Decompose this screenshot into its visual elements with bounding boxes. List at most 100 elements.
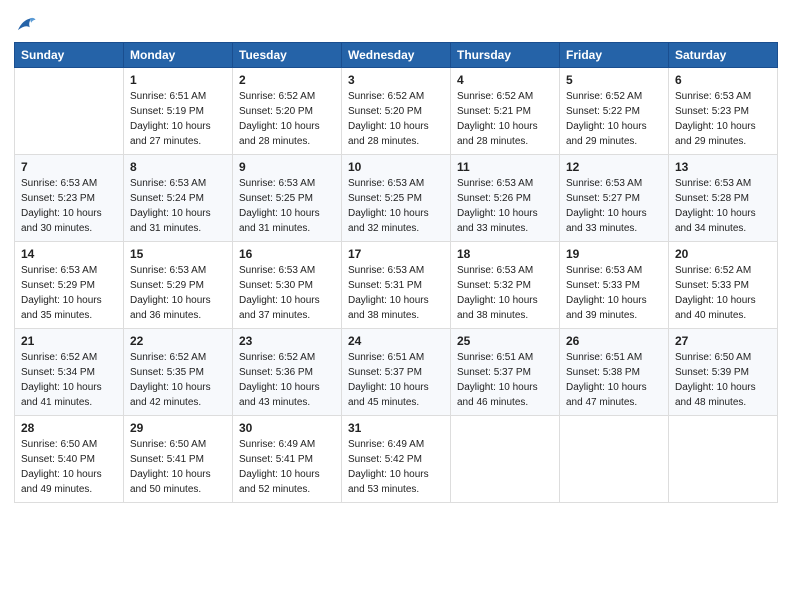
day-detail: Sunrise: 6:53 AM Sunset: 5:30 PM Dayligh… [239, 263, 335, 323]
week-row-1: 1 Sunrise: 6:51 AM Sunset: 5:19 PM Daylig… [15, 68, 778, 155]
day-number: 7 [21, 160, 117, 174]
day-number: 16 [239, 247, 335, 261]
calendar-cell: 1 Sunrise: 6:51 AM Sunset: 5:19 PM Daylig… [124, 68, 233, 155]
calendar-cell: 3Sunrise: 6:52 AM Sunset: 5:20 PM Daylig… [342, 68, 451, 155]
header-day-tuesday: Tuesday [233, 43, 342, 68]
logo-bird-icon [15, 14, 37, 36]
calendar-table: SundayMondayTuesdayWednesdayThursdayFrid… [14, 42, 778, 503]
day-detail: Sunrise: 6:52 AM Sunset: 5:36 PM Dayligh… [239, 350, 335, 410]
day-number: 6 [675, 73, 771, 87]
calendar-cell [560, 416, 669, 503]
calendar-cell: 19 Sunrise: 6:53 AM Sunset: 5:33 PM Dayli… [560, 242, 669, 329]
calendar-cell: 8 Sunrise: 6:53 AM Sunset: 5:24 PM Daylig… [124, 155, 233, 242]
calendar-cell: 2Sunrise: 6:52 AM Sunset: 5:20 PM Daylig… [233, 68, 342, 155]
day-detail: Sunrise: 6:52 AM Sunset: 5:22 PM Dayligh… [566, 89, 662, 149]
calendar-cell: 23 Sunrise: 6:52 AM Sunset: 5:36 PM Dayli… [233, 329, 342, 416]
week-row-2: 7Sunrise: 6:53 AM Sunset: 5:23 PM Daylig… [15, 155, 778, 242]
day-detail: Sunrise: 6:53 AM Sunset: 5:33 PM Dayligh… [566, 263, 662, 323]
day-detail: Sunrise: 6:52 AM Sunset: 5:20 PM Dayligh… [348, 89, 444, 149]
day-detail: Sunrise: 6:52 AM Sunset: 5:20 PM Dayligh… [239, 89, 335, 149]
day-detail: Sunrise: 6:53 AM Sunset: 5:24 PM Dayligh… [130, 176, 226, 236]
day-number: 4 [457, 73, 553, 87]
day-detail: Sunrise: 6:50 AM Sunset: 5:39 PM Dayligh… [675, 350, 771, 410]
header-day-wednesday: Wednesday [342, 43, 451, 68]
day-number: 18 [457, 247, 553, 261]
calendar-cell: 15 Sunrise: 6:53 AM Sunset: 5:29 PM Dayli… [124, 242, 233, 329]
day-detail: Sunrise: 6:52 AM Sunset: 5:21 PM Dayligh… [457, 89, 553, 149]
day-number: 21 [21, 334, 117, 348]
page-container: SundayMondayTuesdayWednesdayThursdayFrid… [0, 0, 792, 513]
day-number: 31 [348, 421, 444, 435]
calendar-cell [669, 416, 778, 503]
day-detail: Sunrise: 6:53 AM Sunset: 5:25 PM Dayligh… [239, 176, 335, 236]
calendar-cell: 16 Sunrise: 6:53 AM Sunset: 5:30 PM Dayli… [233, 242, 342, 329]
calendar-cell: 31 Sunrise: 6:49 AM Sunset: 5:42 PM Dayli… [342, 416, 451, 503]
calendar-cell: 12 Sunrise: 6:53 AM Sunset: 5:27 PM Dayli… [560, 155, 669, 242]
calendar-cell: 28 Sunrise: 6:50 AM Sunset: 5:40 PM Dayli… [15, 416, 124, 503]
week-row-3: 14Sunrise: 6:53 AM Sunset: 5:29 PM Dayli… [15, 242, 778, 329]
calendar-cell: 27 Sunrise: 6:50 AM Sunset: 5:39 PM Dayli… [669, 329, 778, 416]
day-number: 22 [130, 334, 226, 348]
calendar-cell: 22 Sunrise: 6:52 AM Sunset: 5:35 PM Dayli… [124, 329, 233, 416]
day-detail: Sunrise: 6:52 AM Sunset: 5:35 PM Dayligh… [130, 350, 226, 410]
header-day-friday: Friday [560, 43, 669, 68]
day-detail: Sunrise: 6:50 AM Sunset: 5:40 PM Dayligh… [21, 437, 117, 497]
calendar-cell: 11 Sunrise: 6:53 AM Sunset: 5:26 PM Dayli… [451, 155, 560, 242]
day-number: 12 [566, 160, 662, 174]
calendar-cell [15, 68, 124, 155]
day-detail: Sunrise: 6:50 AM Sunset: 5:41 PM Dayligh… [130, 437, 226, 497]
header-day-monday: Monday [124, 43, 233, 68]
day-number: 11 [457, 160, 553, 174]
day-number: 9 [239, 160, 335, 174]
day-number: 28 [21, 421, 117, 435]
day-number: 8 [130, 160, 226, 174]
day-number: 19 [566, 247, 662, 261]
calendar-cell: 5Sunrise: 6:52 AM Sunset: 5:22 PM Daylig… [560, 68, 669, 155]
header-day-saturday: Saturday [669, 43, 778, 68]
calendar-header-row: SundayMondayTuesdayWednesdayThursdayFrid… [15, 43, 778, 68]
calendar-cell: 18 Sunrise: 6:53 AM Sunset: 5:32 PM Dayli… [451, 242, 560, 329]
day-number: 29 [130, 421, 226, 435]
header [14, 10, 778, 36]
week-row-4: 21Sunrise: 6:52 AM Sunset: 5:34 PM Dayli… [15, 329, 778, 416]
day-number: 13 [675, 160, 771, 174]
day-detail: Sunrise: 6:51 AM Sunset: 5:38 PM Dayligh… [566, 350, 662, 410]
day-detail: Sunrise: 6:53 AM Sunset: 5:32 PM Dayligh… [457, 263, 553, 323]
day-detail: Sunrise: 6:53 AM Sunset: 5:26 PM Dayligh… [457, 176, 553, 236]
day-number: 26 [566, 334, 662, 348]
header-day-thursday: Thursday [451, 43, 560, 68]
calendar-cell: 24Sunrise: 6:51 AM Sunset: 5:37 PM Dayli… [342, 329, 451, 416]
calendar-cell: 25Sunrise: 6:51 AM Sunset: 5:37 PM Dayli… [451, 329, 560, 416]
day-detail: Sunrise: 6:53 AM Sunset: 5:27 PM Dayligh… [566, 176, 662, 236]
day-detail: Sunrise: 6:53 AM Sunset: 5:28 PM Dayligh… [675, 176, 771, 236]
day-number: 10 [348, 160, 444, 174]
header-day-sunday: Sunday [15, 43, 124, 68]
day-number: 27 [675, 334, 771, 348]
day-number: 15 [130, 247, 226, 261]
calendar-cell: 4 Sunrise: 6:52 AM Sunset: 5:21 PM Daylig… [451, 68, 560, 155]
calendar-cell: 14Sunrise: 6:53 AM Sunset: 5:29 PM Dayli… [15, 242, 124, 329]
day-number: 23 [239, 334, 335, 348]
calendar-cell: 30Sunrise: 6:49 AM Sunset: 5:41 PM Dayli… [233, 416, 342, 503]
day-number: 17 [348, 247, 444, 261]
calendar-cell: 6 Sunrise: 6:53 AM Sunset: 5:23 PM Daylig… [669, 68, 778, 155]
calendar-cell: 26 Sunrise: 6:51 AM Sunset: 5:38 PM Dayli… [560, 329, 669, 416]
day-number: 1 [130, 73, 226, 87]
calendar-cell: 7Sunrise: 6:53 AM Sunset: 5:23 PM Daylig… [15, 155, 124, 242]
calendar-cell: 20Sunrise: 6:52 AM Sunset: 5:33 PM Dayli… [669, 242, 778, 329]
day-detail: Sunrise: 6:53 AM Sunset: 5:29 PM Dayligh… [130, 263, 226, 323]
day-detail: Sunrise: 6:53 AM Sunset: 5:23 PM Dayligh… [675, 89, 771, 149]
week-row-5: 28 Sunrise: 6:50 AM Sunset: 5:40 PM Dayli… [15, 416, 778, 503]
day-detail: Sunrise: 6:49 AM Sunset: 5:42 PM Dayligh… [348, 437, 444, 497]
calendar-cell [451, 416, 560, 503]
calendar-cell: 17 Sunrise: 6:53 AM Sunset: 5:31 PM Dayli… [342, 242, 451, 329]
calendar-cell: 10Sunrise: 6:53 AM Sunset: 5:25 PM Dayli… [342, 155, 451, 242]
day-detail: Sunrise: 6:53 AM Sunset: 5:31 PM Dayligh… [348, 263, 444, 323]
day-number: 30 [239, 421, 335, 435]
calendar-body: 1 Sunrise: 6:51 AM Sunset: 5:19 PM Daylig… [15, 68, 778, 503]
day-detail: Sunrise: 6:51 AM Sunset: 5:19 PM Dayligh… [130, 89, 226, 149]
day-number: 24 [348, 334, 444, 348]
day-number: 25 [457, 334, 553, 348]
calendar-cell: 9 Sunrise: 6:53 AM Sunset: 5:25 PM Daylig… [233, 155, 342, 242]
calendar-cell: 21Sunrise: 6:52 AM Sunset: 5:34 PM Dayli… [15, 329, 124, 416]
